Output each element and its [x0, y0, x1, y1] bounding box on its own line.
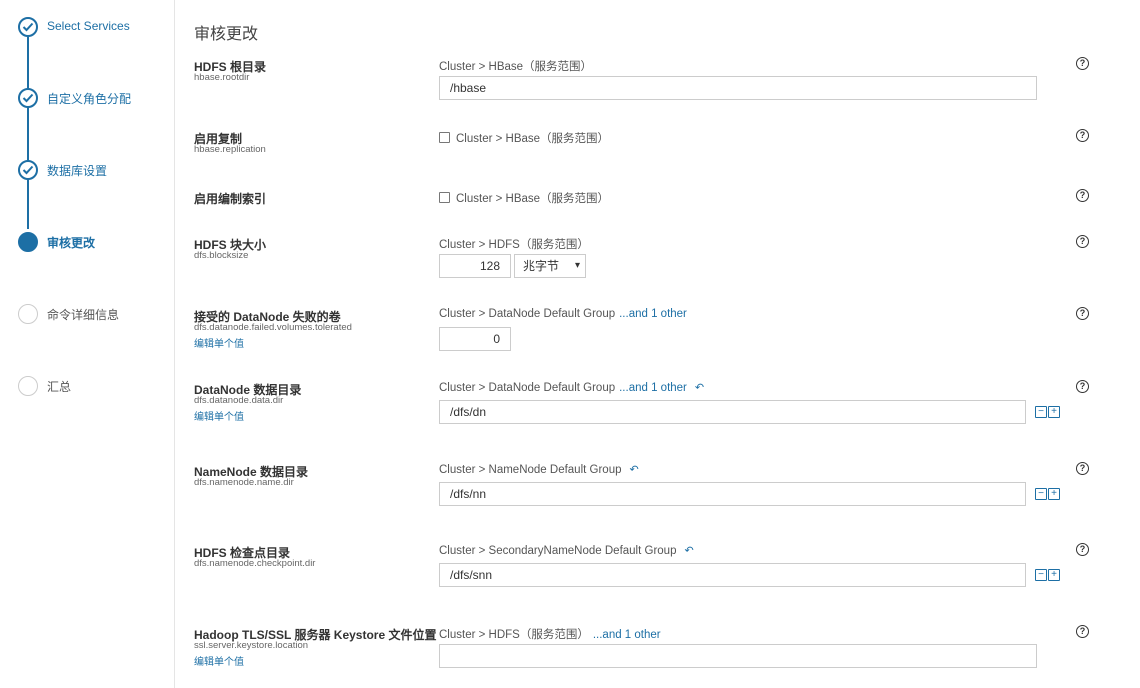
param-key: dfs.datanode.failed.volumes.tolerated — [194, 322, 352, 333]
add-remove-controls: − + — [1035, 488, 1061, 500]
plus-icon[interactable]: + — [1048, 488, 1060, 500]
param-scope-line: Cluster > DataNode Default Group ...and 1… — [439, 308, 687, 320]
param-key: dfs.datanode.data.dir — [194, 395, 284, 406]
help-icon[interactable]: ? — [1076, 129, 1089, 142]
param-scope-line: Cluster > SecondaryNameNode Default Grou… — [439, 544, 694, 557]
minus-icon[interactable]: − — [1035, 488, 1047, 500]
step-label: 命令详细信息 — [47, 308, 120, 322]
add-remove-controls: − + — [1035, 406, 1061, 418]
undo-icon[interactable]: ↶ — [695, 382, 704, 394]
selected-unit: 兆字节 — [523, 259, 560, 273]
help-icon[interactable]: ? — [1076, 235, 1089, 248]
namenode-dir-input[interactable]: /dfs/nn — [439, 482, 1026, 506]
step-custom-role-assignment[interactable]: 自定义角色分配 — [18, 88, 168, 110]
param-key: hbase.rootdir — [194, 72, 250, 83]
edit-individual-values-link[interactable]: 编辑单个值 — [194, 335, 244, 350]
param-key: dfs.namenode.name.dir — [194, 477, 294, 488]
param-scope-line: Cluster > HDFS（服务范围） ...and 1 other — [439, 626, 661, 642]
minus-icon[interactable]: − — [1035, 406, 1047, 418]
pending-step-icon — [18, 376, 38, 396]
plus-icon[interactable]: + — [1048, 569, 1060, 581]
step-label: Select Services — [47, 19, 130, 33]
help-icon[interactable]: ? — [1076, 57, 1089, 70]
param-scope: Cluster > SecondaryNameNode Default Grou… — [439, 545, 677, 557]
param-scope-line: Cluster > NameNode Default Group ↶ — [439, 463, 639, 476]
enable-indexing-checkbox[interactable] — [439, 192, 450, 203]
undo-icon[interactable]: ↶ — [684, 545, 693, 557]
help-icon[interactable]: ? — [1076, 543, 1089, 556]
checkpoint-dir-input[interactable]: /dfs/snn — [439, 563, 1026, 587]
chevron-down-icon: ▾ — [574, 260, 580, 271]
param-key: hbase.replication — [194, 144, 266, 155]
checkmark-icon — [18, 17, 38, 37]
param-key: dfs.namenode.checkpoint.dir — [194, 558, 316, 569]
edit-individual-values-link[interactable]: 编辑单个值 — [194, 653, 244, 668]
checkmark-icon — [18, 160, 38, 180]
help-icon[interactable]: ? — [1076, 462, 1089, 475]
param-scope: Cluster > HBase（服务范围） — [439, 61, 593, 73]
param-key: dfs.blocksize — [194, 250, 249, 261]
param-scope-line: Cluster > DataNode Default Group ...and 1… — [439, 381, 704, 394]
page-title: 审核更改 — [194, 26, 259, 43]
failed-volumes-input[interactable]: 0 — [439, 327, 511, 351]
step-label: 审核更改 — [47, 236, 96, 250]
checkmark-icon — [18, 88, 38, 108]
help-icon[interactable]: ? — [1076, 307, 1089, 320]
step-select-services[interactable]: Select Services — [18, 17, 168, 39]
progress-line — [27, 37, 29, 229]
pending-step-icon — [18, 304, 38, 324]
edit-individual-values-link[interactable]: 编辑单个值 — [194, 408, 244, 423]
param-scope: Cluster > HBase（服务范围） — [456, 133, 610, 145]
param-name: 启用编制索引 — [194, 192, 267, 206]
step-label: 自定义角色分配 — [47, 92, 132, 106]
param-scope-checkbox: Cluster > HBase（服务范围） — [439, 190, 609, 206]
help-icon[interactable]: ? — [1076, 625, 1089, 638]
param-scope: Cluster > DataNode Default Group — [439, 382, 616, 394]
step-review-changes[interactable]: 审核更改 — [18, 232, 168, 254]
and-others-link[interactable]: ...and 1 other — [593, 629, 661, 641]
blocksize-unit-select[interactable]: 兆字节 ▾ — [514, 254, 586, 278]
param-value-input[interactable]: /hbase — [439, 76, 1037, 100]
plus-icon[interactable]: + — [1048, 406, 1060, 418]
step-command-details: 命令详细信息 — [18, 304, 168, 326]
help-icon[interactable]: ? — [1076, 189, 1089, 202]
and-others-link[interactable]: ...and 1 other — [619, 382, 687, 394]
undo-icon[interactable]: ↶ — [630, 464, 639, 476]
param-scope: Cluster > HDFS（服务范围） — [439, 239, 589, 251]
enable-replication-checkbox[interactable] — [439, 132, 450, 143]
step-label: 汇总 — [47, 380, 72, 394]
blocksize-input[interactable]: 128 — [439, 254, 511, 278]
help-icon[interactable]: ? — [1076, 380, 1089, 393]
minus-icon[interactable]: − — [1035, 569, 1047, 581]
and-others-link[interactable]: ...and 1 other — [619, 308, 687, 320]
param-scope: Cluster > NameNode Default Group — [439, 464, 622, 476]
param-scope: Cluster > HBase（服务范围） — [456, 193, 610, 205]
param-scope: Cluster > HDFS（服务范围） — [439, 629, 589, 641]
wizard-sidebar: Select Services 自定义角色分配 数据库设置 审核更改 命令详细信… — [0, 0, 175, 688]
param-scope-checkbox: Cluster > HBase（服务范围） — [439, 130, 609, 146]
step-summary: 汇总 — [18, 376, 168, 398]
step-label: 数据库设置 — [47, 164, 108, 178]
step-database-setup[interactable]: 数据库设置 — [18, 160, 168, 182]
current-step-icon — [18, 232, 38, 252]
param-scope: Cluster > DataNode Default Group — [439, 308, 616, 320]
keystore-location-input[interactable] — [439, 644, 1037, 668]
param-key: ssl.server.keystore.location — [194, 640, 309, 651]
add-remove-controls: − + — [1035, 569, 1061, 581]
datanode-dir-input[interactable]: /dfs/dn — [439, 400, 1026, 424]
